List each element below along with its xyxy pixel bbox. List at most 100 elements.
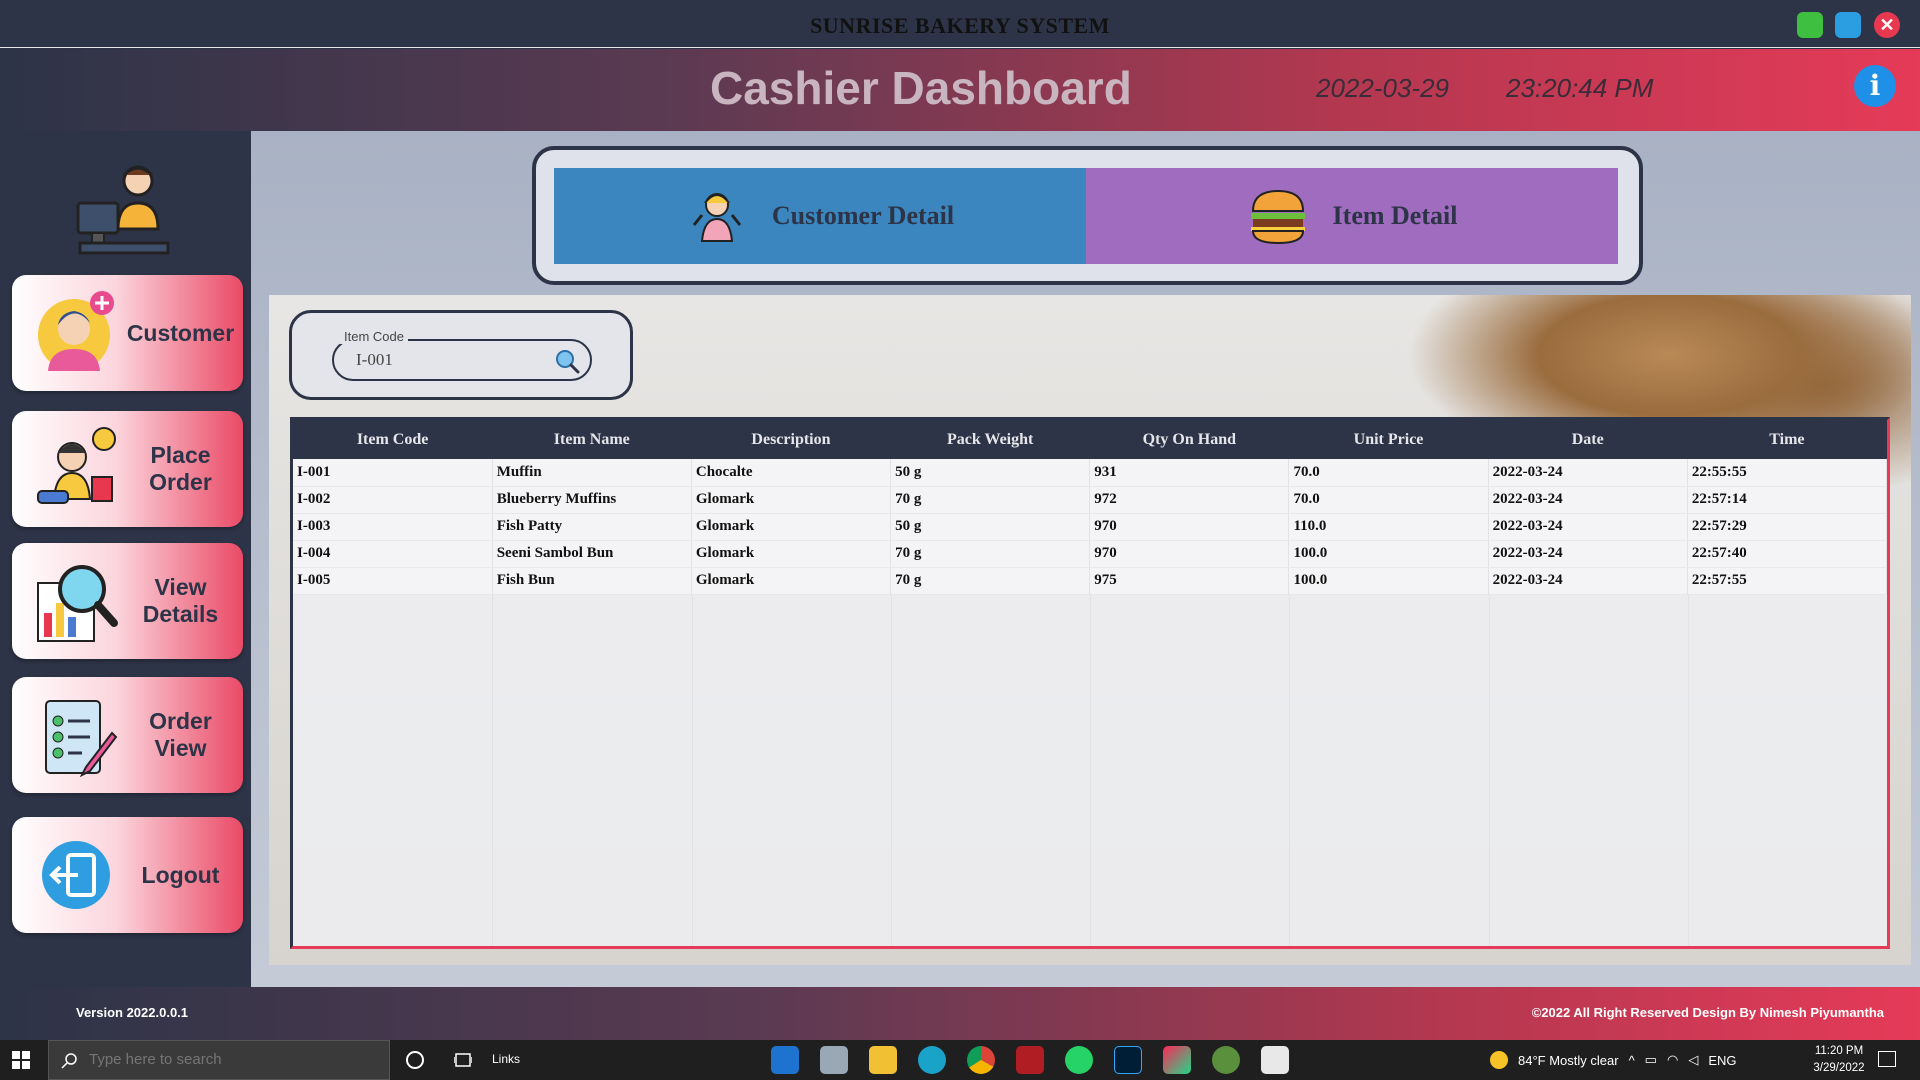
java-app-icon[interactable] (1261, 1046, 1289, 1074)
close-button[interactable]: ✕ (1874, 12, 1900, 38)
column-header[interactable]: Item Name (492, 420, 692, 459)
table-cell: 70 g (890, 486, 1091, 514)
table-cell: 2022-03-24 (1488, 540, 1688, 568)
table-row[interactable]: I-005 Fish Bun Glomark 70 g 975 100.0 20… (293, 567, 1888, 595)
tab-bar: Customer Detail Item Detail (532, 146, 1643, 285)
table-cell: I-003 (293, 513, 493, 541)
window-title: SUNRISE BAKERY SYSTEM (810, 13, 1110, 38)
file-explorer-icon[interactable] (869, 1046, 897, 1074)
customer-detail-icon (692, 193, 742, 242)
table-cell: Seeni Sambol Bun (492, 540, 692, 568)
sidebar-item-label: Place Order (149, 442, 212, 495)
window-titlebar: SUNRISE BAKERY SYSTEM ✕ (0, 0, 1920, 48)
search-icon[interactable] (554, 348, 580, 374)
wifi-icon[interactable]: ◠ (1667, 1052, 1678, 1068)
whatsapp-icon[interactable] (1065, 1046, 1093, 1074)
table-empty-area (293, 594, 1887, 946)
tab-label: Item Detail (1332, 201, 1458, 230)
column-header[interactable]: Unit Price (1288, 420, 1489, 459)
table-cell: Glomark (691, 513, 892, 541)
chevron-up-icon[interactable]: ^ (1629, 1053, 1635, 1068)
column-header[interactable]: Date (1488, 420, 1688, 459)
table-cell: 2022-03-24 (1488, 459, 1688, 487)
photoshop-icon[interactable] (1114, 1046, 1142, 1074)
taskbar-search-input[interactable] (89, 1051, 379, 1068)
table-cell: Glomark (691, 540, 892, 568)
item-code-input[interactable] (356, 350, 536, 370)
table-cell: 970 (1089, 540, 1290, 568)
place-order-icon (37, 427, 116, 504)
item-code-field: Item Code (332, 329, 592, 381)
app-icon[interactable] (1212, 1046, 1240, 1074)
sidebar: Customer Place Order View Details Order … (0, 131, 251, 987)
maximize-button[interactable] (1835, 12, 1861, 38)
table-cell: Fish Patty (492, 513, 692, 541)
table-cell: 70 g (890, 540, 1091, 568)
weather-icon[interactable] (1490, 1051, 1508, 1069)
taskbar-clock[interactable]: 11:20 PM 3/29/2022 (1794, 1043, 1884, 1077)
column-header[interactable]: Pack Weight (890, 420, 1090, 459)
item-code-label: Item Code (340, 329, 408, 344)
table-cell: 22:57:14 (1687, 486, 1888, 514)
table-header-row: Item Code Item Name Description Pack Wei… (293, 420, 1887, 459)
taskbar-search[interactable] (48, 1040, 390, 1080)
table-cell: 100.0 (1288, 567, 1489, 595)
weather-text[interactable]: 84°F Mostly clear (1518, 1053, 1619, 1068)
table-cell: 50 g (890, 459, 1091, 487)
network-app-icon[interactable] (820, 1046, 848, 1074)
mail-app-icon[interactable] (771, 1046, 799, 1074)
table-cell: Glomark (691, 486, 892, 514)
version-label: Version 2022.0.0.1 (76, 1005, 189, 1020)
tab-item-detail[interactable]: Item Detail (1086, 168, 1618, 264)
table-cell: I-001 (293, 459, 493, 487)
sidebar-item-logout[interactable]: Logout (12, 817, 243, 933)
logout-icon (42, 841, 110, 909)
info-button[interactable]: i (1854, 65, 1896, 107)
table-cell: 70.0 (1288, 459, 1489, 487)
table-cell: 22:55:55 (1687, 459, 1888, 487)
language-indicator[interactable]: ENG (1708, 1053, 1736, 1068)
table-cell: I-005 (293, 567, 493, 595)
chrome-browser-icon[interactable] (967, 1046, 995, 1074)
notification-icon[interactable] (1878, 1051, 1896, 1067)
sidebar-item-order-view[interactable]: Order View (12, 677, 243, 793)
volume-icon[interactable]: ◁ (1688, 1052, 1698, 1068)
column-header[interactable]: Time (1687, 420, 1887, 459)
app-icon[interactable] (1016, 1046, 1044, 1074)
intellij-icon[interactable] (1163, 1046, 1191, 1074)
sidebar-item-customer[interactable]: Customer (12, 275, 243, 391)
table-cell: Chocalte (691, 459, 892, 487)
table-row[interactable]: I-001 Muffin Chocalte 50 g 931 70.0 2022… (293, 459, 1888, 487)
windows-start-icon[interactable] (12, 1051, 30, 1069)
table-cell: 2022-03-24 (1488, 513, 1688, 541)
table-cell: I-002 (293, 486, 493, 514)
app-footer: Version 2022.0.0.1 ©2022 All Right Reser… (0, 987, 1920, 1040)
links-toolbar[interactable]: Links (492, 1052, 520, 1066)
sidebar-item-label: Logout (141, 861, 220, 888)
column-header[interactable]: Qty On Hand (1089, 420, 1289, 459)
burger-icon (1250, 189, 1305, 245)
edge-browser-icon[interactable] (918, 1046, 946, 1074)
sidebar-item-view-details[interactable]: View Details (12, 543, 243, 659)
table-row[interactable]: I-004 Seeni Sambol Bun Glomark 70 g 970 … (293, 540, 1888, 568)
table-cell: 970 (1089, 513, 1290, 541)
tab-label: Customer Detail (771, 201, 955, 230)
table-cell: Glomark (691, 567, 892, 595)
view-details-icon (37, 565, 118, 642)
sidebar-item-place-order[interactable]: Place Order (12, 411, 243, 527)
task-view-icon[interactable] (454, 1051, 472, 1069)
column-header[interactable]: Description (691, 420, 891, 459)
table-cell: Fish Bun (492, 567, 692, 595)
minimize-button[interactable] (1797, 12, 1823, 38)
sidebar-item-label: Order View (149, 708, 212, 761)
cortana-icon[interactable] (406, 1051, 424, 1069)
table-cell: 2022-03-24 (1488, 486, 1688, 514)
table-cell: 22:57:40 (1687, 540, 1888, 568)
table-row[interactable]: I-003 Fish Patty Glomark 50 g 970 110.0 … (293, 513, 1888, 541)
column-header[interactable]: Item Code (293, 420, 493, 459)
table-cell: 975 (1089, 567, 1290, 595)
table-row[interactable]: I-002 Blueberry Muffins Glomark 70 g 972… (293, 486, 1888, 514)
battery-icon[interactable]: ▭ (1645, 1052, 1657, 1068)
table-cell: I-004 (293, 540, 493, 568)
tab-customer-detail[interactable]: Customer Detail (554, 168, 1086, 264)
